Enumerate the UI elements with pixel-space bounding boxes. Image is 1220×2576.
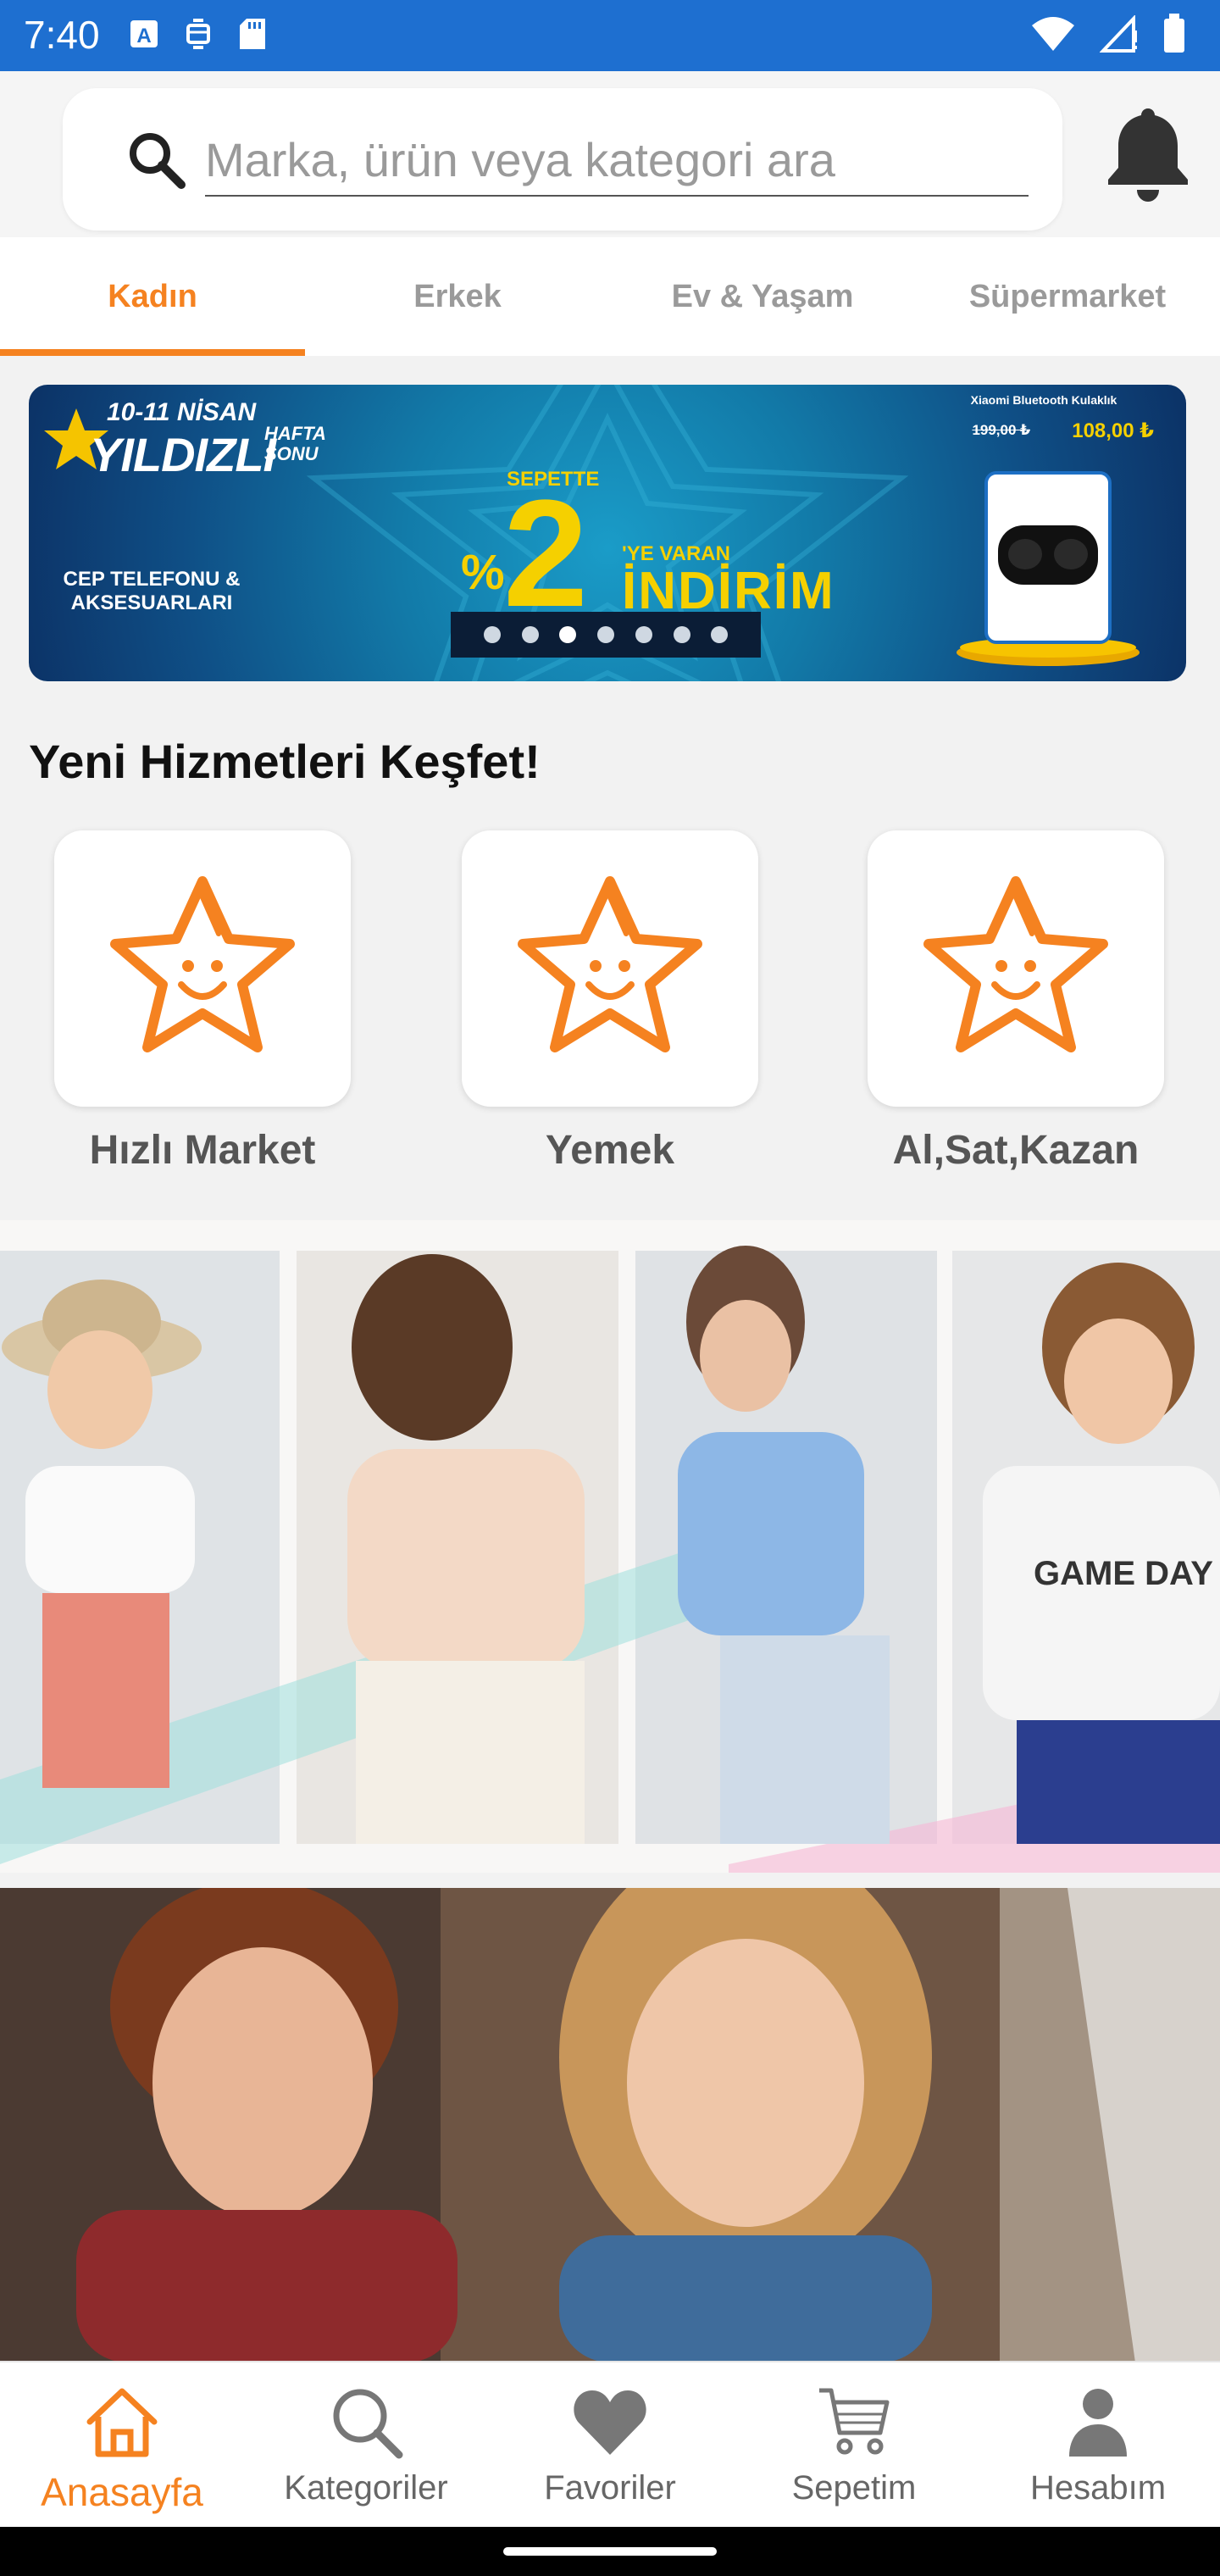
smiling-star-icon [923, 876, 1108, 1052]
status-bar: 7:40 A [0, 0, 1220, 71]
carousel-dot[interactable] [711, 626, 729, 643]
system-status-icons [1030, 14, 1186, 58]
banner-title: YILDIZLI [90, 428, 276, 481]
status-time: 7:40 [24, 13, 100, 57]
smiling-star-icon [518, 876, 702, 1052]
service-label: Yemek [545, 1128, 675, 1173]
search-icon[interactable] [127, 130, 186, 190]
sync-notification-icon [181, 15, 215, 53]
search-bar[interactable] [63, 88, 1062, 230]
system-navigation-bar [0, 2527, 1220, 2576]
banner-old-price: 199,00 ₺ [972, 422, 1030, 438]
carousel-dot[interactable] [521, 626, 539, 643]
bottom-navigation: Anasayfa Kategoriler Favoriler Sepetim H… [0, 2361, 1220, 2527]
fashion-collage-image: GAME DAY [0, 1220, 1220, 1873]
nav-label: Hesabım [1029, 2469, 1167, 2507]
banner-category: CEP TELEFONU & AKSESUARLARI [63, 568, 241, 614]
service-label: Al,Sat,Kazan [892, 1128, 1140, 1173]
banner-new-price: 108,00 ₺ [1072, 419, 1154, 442]
banner-discount: 2 [503, 469, 589, 639]
text-notification-icon: A [127, 15, 161, 53]
promo-banner[interactable]: 10-11 NİSAN YILDIZLI HAFTA SONU CEP TELE… [29, 385, 1186, 681]
tab-erkek[interactable]: Erkek [305, 237, 610, 356]
carousel-indicator [451, 612, 761, 658]
carousel-dot[interactable] [673, 626, 690, 643]
category-tabs: Kadın Erkek Ev & Yaşam Süpermarket [0, 237, 1220, 356]
svg-text:GAME DAY: GAME DAY [1034, 1555, 1213, 1592]
tab-supermarket[interactable]: Süpermarket [915, 237, 1220, 356]
banner-product-name: Xiaomi Bluetooth Kulaklık [970, 393, 1117, 407]
nav-sepetim[interactable]: Sepetim [732, 2362, 976, 2527]
carousel-dot[interactable] [483, 626, 501, 643]
service-card[interactable] [54, 830, 351, 1107]
search-header [0, 71, 1220, 237]
smiling-star-icon [110, 876, 295, 1052]
banner-subtitle: HAFTA SONU [264, 423, 326, 464]
signal-icon [1099, 14, 1139, 57]
nav-label: Kategoriler [284, 2469, 448, 2507]
bell-icon[interactable] [1106, 105, 1190, 203]
search-input[interactable] [205, 112, 1029, 197]
carousel-dot[interactable] [597, 626, 614, 643]
carousel-dot[interactable] [635, 626, 652, 643]
tab-ev-yasam[interactable]: Ev & Yaşam [610, 237, 915, 356]
nav-favoriler[interactable]: Favoriler [488, 2362, 732, 2527]
nav-anasayfa[interactable]: Anasayfa [0, 2362, 244, 2527]
tab-kadin[interactable]: Kadın [0, 237, 305, 356]
banner-percent-sign: % [461, 545, 505, 600]
app-screen: 7:40 A Marka, ürün veya kategori ara Kad… [0, 0, 1220, 2576]
service-hizli-market[interactable]: Hızlı Market [54, 830, 351, 1174]
user-icon [1057, 2381, 1139, 2462]
fashion-collage-banner[interactable]: GAME DAY [0, 1220, 1220, 1873]
wifi-icon [1030, 15, 1076, 57]
kids-collection-banner[interactable] [0, 1888, 1220, 2362]
service-yemek[interactable]: Yemek [462, 830, 758, 1174]
nav-label: Anasayfa [41, 2470, 203, 2514]
notification-icons: A [127, 15, 269, 53]
cart-icon [813, 2381, 895, 2462]
nav-hesabim[interactable]: Hesabım [976, 2362, 1220, 2527]
search-icon [325, 2381, 407, 2462]
home-gesture-handle[interactable] [503, 2547, 717, 2556]
svg-text:A: A [136, 25, 151, 47]
nav-kategoriler[interactable]: Kategoriler [244, 2362, 488, 2527]
banner-date: 10-11 NİSAN [107, 398, 257, 426]
service-card[interactable] [868, 830, 1164, 1107]
sd-card-icon [236, 15, 269, 53]
carousel-dot-active[interactable] [559, 626, 577, 643]
service-al-sat-kazan[interactable]: Al,Sat,Kazan [868, 830, 1164, 1174]
earbuds-product-image [957, 471, 1140, 666]
kids-portrait-image [0, 1888, 1220, 2362]
battery-icon [1162, 14, 1186, 58]
heart-icon [569, 2381, 651, 2462]
services-section-title: Yeni Hizmetleri Keşfet! [29, 735, 541, 788]
service-card[interactable] [462, 830, 758, 1107]
nav-label: Favoriler [544, 2469, 676, 2507]
nav-label: Sepetim [791, 2469, 917, 2507]
service-label: Hızlı Market [89, 1128, 316, 1173]
home-icon [81, 2381, 163, 2462]
